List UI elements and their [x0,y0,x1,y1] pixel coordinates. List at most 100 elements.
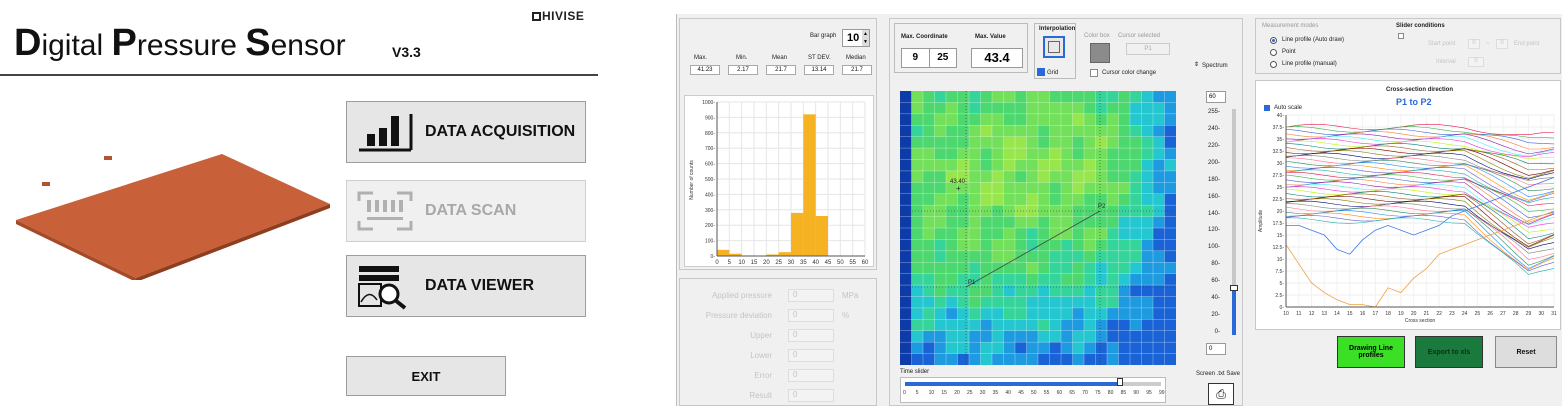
profile-series [1285,157,1555,185]
pressure-heatmap[interactable]: +43.40 P1 P2 [900,91,1177,366]
time-slider-tick: 80 [1107,390,1114,396]
mode-radio-auto[interactable] [1270,37,1277,44]
cursor-selected-field: P1 [1126,43,1170,55]
heatmap-cell [1084,330,1096,343]
heatmap-cell [900,102,912,115]
heatmap-cell [934,159,947,172]
export-xls-button[interactable]: Export to xls [1415,336,1483,368]
screen-save-button[interactable]: ⎙ [1208,383,1234,405]
slider-conditions-checkbox[interactable] [1398,33,1404,39]
spectrum-spin-icon[interactable]: ⇕ [1194,61,1199,68]
pressure-row-value[interactable]: 0 [788,389,834,402]
colorbar-tick: 100- [1207,244,1220,251]
colorbar-max-input[interactable]: 60 [1206,91,1226,103]
heatmap-cell [923,342,935,355]
heatmap-cell [946,216,958,229]
mode-radio-point[interactable] [1270,49,1277,56]
heatmap-cell [923,102,935,115]
pressure-row-value[interactable]: 0 [788,329,834,342]
heatmap-cell [1003,193,1016,206]
pressure-row-value[interactable]: 0 [788,289,834,302]
bar-graph-input[interactable]: 10 ▲ ▼ [842,29,870,47]
mode-label-point: Point [1282,49,1296,55]
colorbar-min-input[interactable]: 0 [1206,343,1226,355]
heatmap-cell [1107,342,1119,355]
heatmap-cell [1061,262,1073,275]
heatmap-cell [900,113,912,126]
max-coord-y: 25 [937,52,949,63]
heatmap-cell [1049,250,1062,263]
heatmap-cell [1072,307,1085,320]
pressure-row-value[interactable]: 0 [788,309,834,322]
time-slider-handle[interactable] [1116,378,1123,386]
heatmap-cell [992,159,1004,172]
pressure-row-value[interactable]: 0 [788,349,834,362]
heatmap-cell [1003,296,1016,309]
heatmap-cell [1164,262,1177,275]
heatmap-cell [1003,228,1016,240]
time-slider-tick: 0 [903,390,906,396]
heatmap-cell [1164,228,1177,240]
heatmap-cell [1049,307,1062,320]
heatmap-cell [946,136,958,149]
reset-button[interactable]: Reset [1495,336,1557,368]
time-slider-tick: 30 [979,390,986,396]
heatmap-cell [1095,296,1108,309]
heatmap-cell [1084,193,1096,206]
heatmap-svg[interactable]: +43.40 P1 P2 [900,91,1177,366]
cursor-p2-label: P2 [1098,204,1106,210]
heatmap-cell [923,125,935,138]
heatmap-cell [1153,148,1165,160]
end-point-input[interactable]: 0 [1496,39,1508,49]
heatmap-cell [1164,125,1177,138]
colorbar-tick: 20- [1211,312,1220,319]
heatmap-cell [900,262,912,275]
heatmap-cell [980,136,993,149]
line-ytick: 25- [1277,185,1285,191]
data-acquisition-button[interactable]: DATA ACQUISITION [346,101,586,163]
heatmap-cell [1049,216,1062,229]
heatmap-cell [1061,182,1073,195]
data-viewer-button[interactable]: DATA VIEWER [346,255,586,317]
heatmap-cell [1095,102,1108,115]
heatmap-cell [1026,319,1039,332]
color-box-swatch[interactable] [1090,43,1110,63]
heatmap-cell [1141,136,1154,149]
colorbar-slider-track[interactable] [1230,109,1238,335]
max-point-label: 43.40 [950,179,966,185]
heatmap-cell [992,193,1004,206]
max-info-box: Max. Coordinate 9 25 Max. Value 43.4 [894,23,1028,73]
line-xtick: 20 [1411,311,1417,317]
heatmap-cell [1015,307,1027,320]
end-point-label: End point [1514,41,1540,47]
heatmap-cell [911,170,924,183]
heatmap-cell [980,170,993,183]
heatmap-cell [946,262,958,275]
start-point-input[interactable]: 0 [1468,39,1480,49]
data-scan-button[interactable]: DATA SCAN [346,180,586,242]
heatmap-cell [1026,182,1039,195]
heatmap-cell [1084,319,1096,332]
heatmap-cell [1107,159,1119,172]
mode-radio-manual[interactable] [1270,61,1277,68]
cursor-color-change-checkbox[interactable] [1090,69,1098,77]
colorbar-slider-handle[interactable] [1230,285,1238,291]
time-slider[interactable]: 0 5 10 15 20 25 30 35 40 45 50 55 60 65 70 75 80 85 90 95 99 [900,377,1166,403]
heatmap-cell [957,330,970,343]
heatmap-cell [957,342,970,355]
heatmap-cell [992,170,1004,183]
heatmap-cell [969,330,981,343]
drawing-line-profiles-button[interactable]: Drawing Line profiles [1337,336,1405,368]
interpolation-toggle[interactable] [1043,36,1065,58]
spin-icon[interactable]: ▲ ▼ [862,30,869,46]
heatmap-cell [1049,170,1062,183]
line-xtick: 26 [1487,311,1493,317]
exit-button[interactable]: EXIT [346,356,506,396]
line-xtick: 16 [1360,311,1366,317]
heatmap-cell [1130,319,1142,332]
pressure-row-value[interactable]: 0 [788,369,834,382]
grid-checkbox[interactable] [1037,68,1045,76]
heatmap-cell [1130,102,1142,115]
interval-input[interactable]: 0 [1468,57,1484,67]
heatmap-cell [969,307,981,320]
